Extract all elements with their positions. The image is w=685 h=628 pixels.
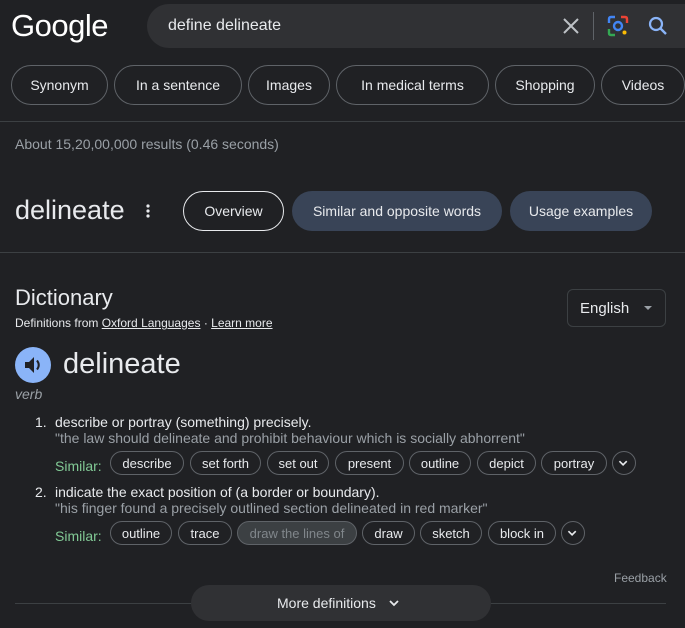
expand-similar-button[interactable] bbox=[612, 451, 636, 475]
expand-similar-button[interactable] bbox=[561, 521, 585, 545]
chevron-down-icon bbox=[618, 460, 628, 467]
search-bar[interactable]: define delineate bbox=[147, 4, 685, 48]
similar-chip[interactable]: set forth bbox=[190, 451, 261, 475]
pronunciation-button[interactable] bbox=[15, 347, 51, 383]
chip-images[interactable]: Images bbox=[248, 65, 330, 105]
similar-chip[interactable]: portray bbox=[541, 451, 607, 475]
definition-number: 1. bbox=[35, 414, 47, 430]
dropdown-caret-icon bbox=[644, 306, 652, 310]
search-icon[interactable] bbox=[647, 15, 669, 37]
definition-text: indicate the exact position of (a border… bbox=[55, 484, 380, 500]
similar-chip[interactable]: block in bbox=[488, 521, 556, 545]
dictionary-title: Dictionary bbox=[15, 285, 113, 310]
part-of-speech: verb bbox=[15, 386, 43, 402]
search-input[interactable]: define delineate bbox=[168, 17, 281, 35]
section-divider bbox=[0, 252, 685, 253]
google-lens-icon[interactable] bbox=[607, 15, 629, 37]
definition-example: "his finger found a precisely outlined s… bbox=[55, 500, 488, 516]
clear-icon[interactable] bbox=[559, 14, 583, 38]
chevron-down-icon bbox=[567, 530, 577, 537]
tab-similar-opposite-words[interactable]: Similar and opposite words bbox=[292, 191, 502, 231]
similar-chip[interactable]: outline bbox=[409, 451, 471, 475]
chip-in-a-sentence[interactable]: In a sentence bbox=[114, 65, 242, 105]
definition-text: describe or portray (something) precisel… bbox=[55, 414, 312, 430]
headword: delineate bbox=[63, 348, 181, 380]
more-definitions-button[interactable]: More definitions bbox=[191, 585, 491, 621]
similar-label: Similar: bbox=[55, 528, 102, 544]
tab-overview[interactable]: Overview bbox=[183, 191, 284, 231]
google-logo[interactable]: Google bbox=[11, 8, 108, 44]
more-definitions-label: More definitions bbox=[277, 595, 376, 611]
header-divider bbox=[0, 121, 685, 122]
similar-label: Similar: bbox=[55, 458, 102, 474]
similar-chip[interactable]: draw bbox=[362, 521, 415, 545]
learn-more-link[interactable]: Learn more bbox=[211, 316, 272, 330]
result-stats: About 15,20,00,000 results (0.46 seconds… bbox=[15, 136, 279, 152]
chip-videos[interactable]: Videos bbox=[601, 65, 685, 105]
chip-shopping[interactable]: Shopping bbox=[495, 65, 595, 105]
similar-chip[interactable]: outline bbox=[110, 521, 172, 545]
word-title: delineate bbox=[15, 195, 125, 225]
source-prefix: Definitions from bbox=[15, 316, 99, 330]
language-select[interactable]: English bbox=[567, 289, 666, 327]
oxford-languages-link[interactable]: Oxford Languages bbox=[102, 316, 201, 330]
similar-chip[interactable]: present bbox=[335, 451, 404, 475]
similar-chip[interactable]: trace bbox=[178, 521, 232, 545]
feedback-link[interactable]: Feedback bbox=[614, 571, 667, 585]
similar-chip[interactable]: depict bbox=[477, 451, 536, 475]
more-options-icon[interactable] bbox=[140, 202, 156, 220]
similar-chip[interactable]: set out bbox=[267, 451, 329, 475]
chip-in-medical-terms[interactable]: In medical terms bbox=[336, 65, 489, 105]
definition-number: 2. bbox=[35, 484, 47, 500]
chip-synonym[interactable]: Synonym bbox=[11, 65, 108, 105]
chevron-down-icon bbox=[389, 600, 399, 607]
language-value: English bbox=[580, 300, 630, 317]
similar-chip[interactable]: draw the lines of bbox=[237, 521, 357, 545]
search-divider bbox=[593, 12, 594, 40]
speaker-icon bbox=[25, 357, 40, 373]
similar-chip[interactable]: sketch bbox=[420, 521, 482, 545]
definition-example: "the law should delineate and prohibit b… bbox=[55, 430, 525, 446]
source-separator: · bbox=[203, 316, 208, 330]
definitions-source: Definitions from Oxford Languages · Lear… bbox=[15, 316, 273, 330]
tab-usage-examples[interactable]: Usage examples bbox=[510, 191, 652, 231]
similar-chip[interactable]: describe bbox=[110, 451, 184, 475]
